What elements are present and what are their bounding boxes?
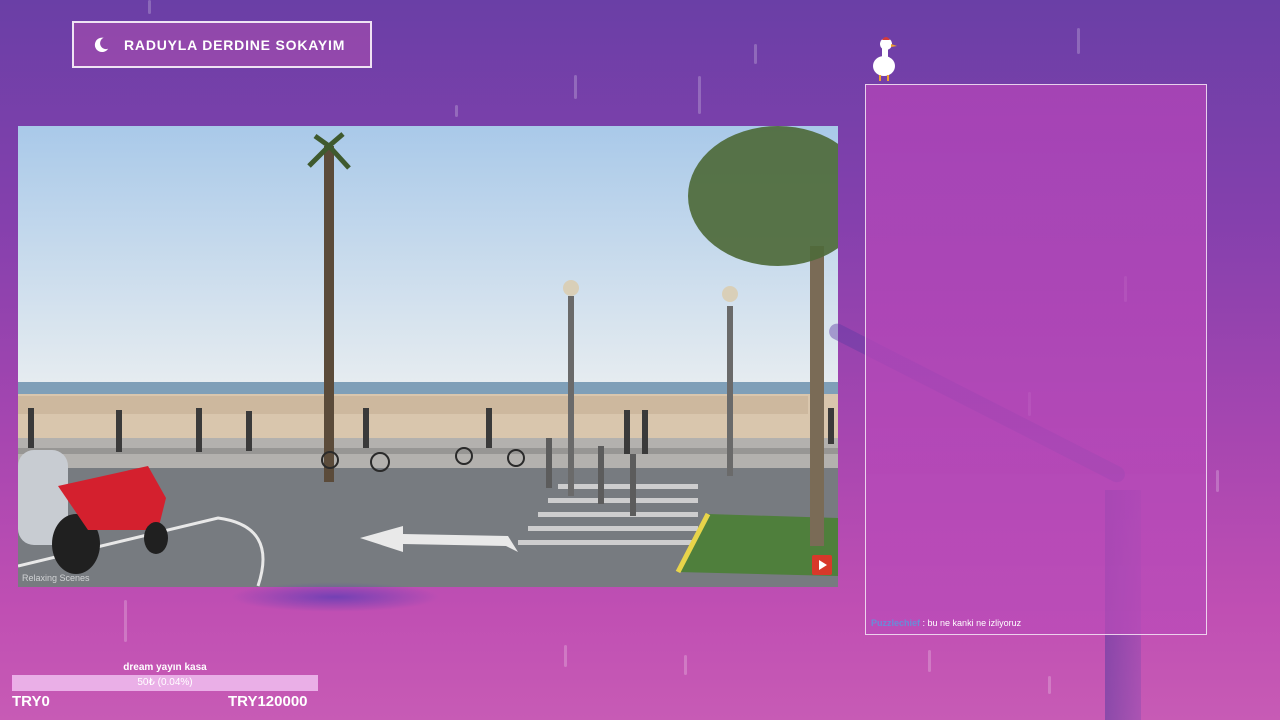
crescent-moon-icon: [94, 37, 109, 52]
chat-message: Puzzlechief : bu ne kanki ne izliyoruz: [871, 618, 1021, 628]
chat-username[interactable]: Puzzlechief: [871, 618, 920, 628]
chat-panel: Puzzlechief : bu ne kanki ne izliyoruz: [865, 84, 1207, 635]
video-watermark: Relaxing Scenes: [22, 573, 90, 583]
goal-progress-bar: 50₺ (0.04%): [12, 675, 318, 691]
video-player[interactable]: Relaxing Scenes: [18, 126, 838, 587]
stream-title: RADUYLA DERDINE SOKAYIM: [124, 36, 346, 53]
goose-icon: [873, 37, 897, 81]
goal-progress-text: 50₺ (0.04%): [137, 677, 193, 688]
goal-min-amount: TRY0: [12, 693, 50, 710]
video-frame: [18, 126, 838, 587]
chat-text: bu ne kanki ne izliyoruz: [927, 618, 1022, 628]
brush-stroke-decoration: [230, 582, 440, 612]
youtube-play-icon[interactable]: [812, 555, 832, 575]
goal-label: dream yayın kasa: [123, 662, 207, 673]
stream-title-box: RADUYLA DERDINE SOKAYIM: [72, 21, 372, 68]
chat-separator: :: [920, 618, 928, 628]
goal-max-amount: TRY120000: [228, 693, 308, 710]
